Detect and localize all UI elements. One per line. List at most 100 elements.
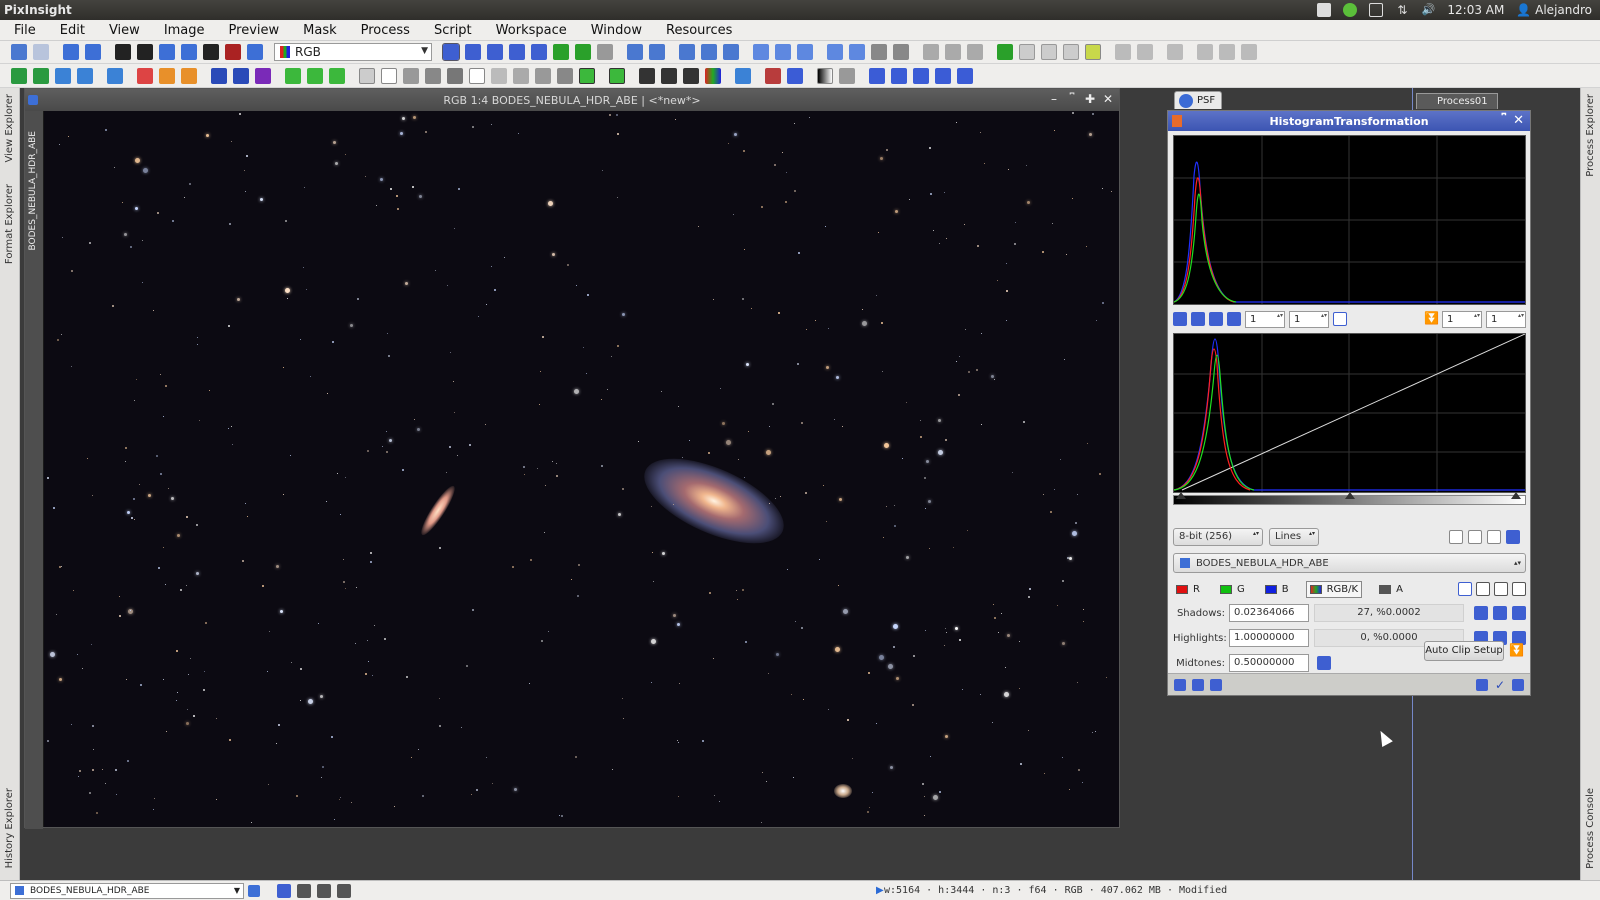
menu-script[interactable]: Script bbox=[422, 20, 484, 41]
gray-70-icon[interactable] bbox=[447, 67, 463, 84]
graph-style-select[interactable]: Lines bbox=[1269, 528, 1319, 546]
blink-icon[interactable] bbox=[735, 67, 751, 84]
display-mode-icon-3[interactable] bbox=[317, 883, 331, 898]
mirror-h-icon[interactable] bbox=[913, 67, 929, 84]
channel-g[interactable]: G bbox=[1217, 582, 1248, 597]
channel-a[interactable]: A bbox=[1376, 582, 1406, 597]
window-icon-2[interactable] bbox=[1041, 44, 1057, 60]
gray-110-icon[interactable] bbox=[557, 67, 573, 84]
stf-icon[interactable] bbox=[247, 44, 263, 60]
layout-icon-4[interactable] bbox=[1197, 44, 1213, 60]
process-icon-3[interactable] bbox=[967, 44, 983, 60]
target-view-select[interactable]: BODES_NEBULA_HDR_ABE ▴▾ bbox=[1173, 553, 1526, 573]
output-histogram-plot[interactable] bbox=[1173, 135, 1526, 305]
midtones-input[interactable]: 0.50000000 bbox=[1229, 654, 1309, 672]
stack-icon-2[interactable] bbox=[661, 67, 677, 84]
execute-icon[interactable] bbox=[997, 44, 1013, 60]
process-icon-2[interactable] bbox=[945, 44, 961, 60]
view-selector[interactable]: BODES_NEBULA_HDR_ABE ▼ bbox=[10, 882, 244, 899]
browse-docs-icon[interactable] bbox=[1476, 678, 1488, 691]
channel-extract-icon[interactable] bbox=[137, 67, 153, 84]
shadows-reset-icon[interactable] bbox=[1512, 606, 1526, 620]
horizontal-zoom-spin-2[interactable]: 1 bbox=[1442, 310, 1482, 328]
layout-icon-1[interactable] bbox=[1115, 44, 1131, 60]
arrange-icons-icon[interactable] bbox=[871, 44, 887, 60]
window-menu-icon[interactable] bbox=[28, 95, 38, 105]
image-window[interactable]: RGB 1:4 BODES_NEBULA_HDR_ABE | <*new*> –… bbox=[24, 88, 1120, 829]
tab-view-explorer[interactable]: View Explorer bbox=[4, 94, 15, 163]
expand-icon[interactable]: ⏬ bbox=[1509, 644, 1524, 658]
pan-icon[interactable] bbox=[1227, 312, 1241, 326]
align-icons-icon[interactable] bbox=[893, 44, 909, 60]
edit-preview-icon[interactable] bbox=[575, 44, 591, 60]
tile-windows-icon[interactable] bbox=[775, 44, 791, 60]
graph-mode-icon-1[interactable] bbox=[1449, 530, 1463, 544]
duplicate-image-icon[interactable] bbox=[137, 44, 153, 60]
clone-view-icon[interactable] bbox=[159, 44, 175, 60]
apply-icon[interactable]: ✓ bbox=[1494, 679, 1506, 691]
pan-mode-icon[interactable] bbox=[487, 44, 503, 60]
window-icon-3[interactable] bbox=[1063, 44, 1079, 60]
menu-file[interactable]: File bbox=[2, 20, 48, 41]
clear-icon[interactable] bbox=[381, 67, 397, 84]
layout-icon-3[interactable] bbox=[1167, 44, 1183, 60]
display-mode-icon-4[interactable] bbox=[337, 883, 351, 898]
readout-icon[interactable] bbox=[1173, 312, 1187, 326]
gray-80-icon[interactable] bbox=[491, 67, 507, 84]
curves-icon[interactable] bbox=[33, 67, 49, 84]
star-mask-icon[interactable] bbox=[107, 67, 123, 84]
close-icon[interactable]: ✕ bbox=[1513, 113, 1524, 128]
maximize-view-icon[interactable] bbox=[827, 44, 843, 60]
gray-60-icon[interactable] bbox=[425, 67, 441, 84]
maximize-icon[interactable]: ✚ bbox=[1083, 92, 1097, 106]
noise-reduction-icon[interactable] bbox=[787, 67, 803, 84]
open-file-icon[interactable] bbox=[63, 44, 79, 60]
save-file-icon[interactable] bbox=[85, 44, 101, 60]
menu-image[interactable]: Image bbox=[152, 20, 217, 41]
vertical-zoom-spin-2[interactable]: 1 bbox=[1486, 310, 1526, 328]
image-canvas[interactable] bbox=[44, 111, 1119, 827]
invert-icon[interactable] bbox=[225, 44, 241, 60]
stretch-icon[interactable] bbox=[55, 67, 71, 84]
menu-mask[interactable]: Mask bbox=[291, 20, 348, 41]
menu-edit[interactable]: Edit bbox=[48, 20, 97, 41]
zoom-1-1-icon[interactable] bbox=[679, 44, 695, 60]
zoom-fit-icon[interactable] bbox=[1191, 312, 1205, 326]
restore-view-icon[interactable] bbox=[849, 44, 865, 60]
highlights-input[interactable]: 1.00000000 bbox=[1229, 629, 1309, 647]
lut-icon[interactable] bbox=[839, 67, 855, 84]
vertical-zoom-spin[interactable]: 1 bbox=[1289, 310, 1329, 328]
tab-format-explorer[interactable]: Format Explorer bbox=[4, 184, 15, 264]
rotate-icon[interactable] bbox=[869, 67, 885, 84]
cascade-windows-icon[interactable] bbox=[797, 44, 813, 60]
pixelmath-icon[interactable] bbox=[11, 67, 27, 84]
zoom-1-2-icon[interactable] bbox=[701, 44, 717, 60]
midtones-slider-handle[interactable] bbox=[1345, 492, 1355, 499]
gray-90-icon[interactable] bbox=[513, 67, 529, 84]
menu-preview[interactable]: Preview bbox=[217, 20, 292, 41]
apply-global-icon[interactable] bbox=[1192, 678, 1204, 691]
window-icon-1[interactable] bbox=[1019, 44, 1035, 60]
reset-view-icon[interactable] bbox=[181, 44, 197, 60]
mail-icon[interactable] bbox=[1369, 3, 1384, 17]
real-time-preview-icon[interactable] bbox=[1210, 678, 1222, 691]
shade-icon[interactable]: ⎴ bbox=[1065, 92, 1079, 107]
edit-icon[interactable] bbox=[1317, 3, 1332, 17]
view-options-icon[interactable] bbox=[248, 884, 260, 897]
zoom-2-1-icon[interactable] bbox=[723, 44, 739, 60]
collapse-icon[interactable]: ⏬ bbox=[1424, 312, 1439, 326]
tab-process-explorer[interactable]: Process Explorer bbox=[1585, 94, 1596, 177]
menu-process[interactable]: Process bbox=[349, 20, 422, 41]
resample-icon[interactable] bbox=[957, 67, 973, 84]
fit-window-icon[interactable] bbox=[753, 44, 769, 60]
auto-clip-setup-button[interactable]: Auto Clip Setup bbox=[1424, 641, 1504, 661]
tab-history-explorer[interactable]: History Explorer bbox=[4, 788, 15, 868]
psf-icon[interactable]: PSF bbox=[1174, 91, 1222, 109]
zoom-in-icon[interactable] bbox=[627, 44, 643, 60]
deconvolution-icon[interactable] bbox=[765, 67, 781, 84]
center-mode-icon[interactable] bbox=[509, 44, 525, 60]
new-preview-icon[interactable] bbox=[553, 44, 569, 60]
color-calibration-icon[interactable] bbox=[159, 67, 175, 84]
menu-window[interactable]: Window bbox=[579, 20, 654, 41]
white-icon[interactable] bbox=[469, 67, 485, 84]
